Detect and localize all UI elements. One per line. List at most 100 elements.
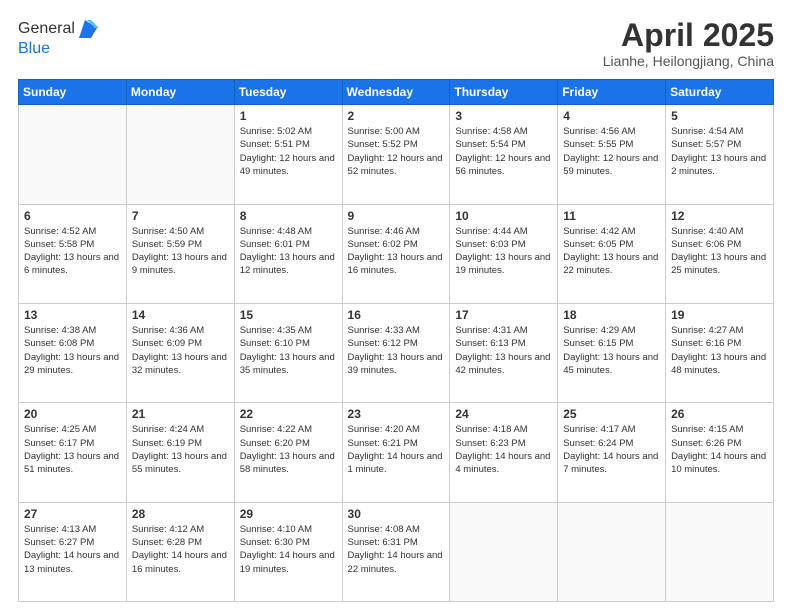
- weekday-header-wednesday: Wednesday: [342, 80, 450, 105]
- day-number: 12: [671, 209, 768, 223]
- day-info: Sunrise: 5:00 AM Sunset: 5:52 PM Dayligh…: [348, 125, 445, 178]
- calendar-cell: 20Sunrise: 4:25 AM Sunset: 6:17 PM Dayli…: [19, 403, 127, 502]
- calendar-cell: 4 Sunrise: 4:56 AM Sunset: 5:55 PM Daylig…: [558, 105, 666, 204]
- day-info: Sunrise: 4:42 AM Sunset: 6:05 PM Dayligh…: [563, 225, 660, 278]
- day-number: 22: [240, 407, 337, 421]
- day-number: 13: [24, 308, 121, 322]
- day-info: Sunrise: 4:31 AM Sunset: 6:13 PM Dayligh…: [455, 324, 552, 377]
- logo: General Blue: [18, 18, 99, 58]
- day-info: Sunrise: 4:36 AM Sunset: 6:09 PM Dayligh…: [132, 324, 229, 377]
- day-number: 15: [240, 308, 337, 322]
- calendar-cell: 5 Sunrise: 4:54 AM Sunset: 5:57 PM Daylig…: [666, 105, 774, 204]
- day-number: 29: [240, 507, 337, 521]
- calendar-cell: 30 Sunrise: 4:08 AM Sunset: 6:31 PM Dayli…: [342, 502, 450, 601]
- day-info: Sunrise: 4:29 AM Sunset: 6:15 PM Dayligh…: [563, 324, 660, 377]
- calendar-cell: 1Sunrise: 5:02 AM Sunset: 5:51 PM Daylig…: [234, 105, 342, 204]
- weekday-header-monday: Monday: [126, 80, 234, 105]
- calendar-cell: 26Sunrise: 4:15 AM Sunset: 6:26 PM Dayli…: [666, 403, 774, 502]
- weekday-header-tuesday: Tuesday: [234, 80, 342, 105]
- day-info: Sunrise: 4:50 AM Sunset: 5:59 PM Dayligh…: [132, 225, 229, 278]
- day-info: Sunrise: 4:52 AM Sunset: 5:58 PM Dayligh…: [24, 225, 121, 278]
- calendar-cell: 8 Sunrise: 4:48 AM Sunset: 6:01 PM Daylig…: [234, 204, 342, 303]
- day-info: Sunrise: 4:08 AM Sunset: 6:31 PM Dayligh…: [348, 523, 445, 576]
- day-number: 25: [563, 407, 660, 421]
- page: General Blue April 2025 Lianhe, Heilongj…: [0, 0, 792, 612]
- day-info: Sunrise: 4:24 AM Sunset: 6:19 PM Dayligh…: [132, 423, 229, 476]
- day-number: 3: [455, 109, 552, 123]
- calendar-cell: 16Sunrise: 4:33 AM Sunset: 6:12 PM Dayli…: [342, 303, 450, 402]
- day-info: Sunrise: 4:48 AM Sunset: 6:01 PM Dayligh…: [240, 225, 337, 278]
- calendar-cell: 12 Sunrise: 4:40 AM Sunset: 6:06 PM Dayli…: [666, 204, 774, 303]
- day-info: Sunrise: 4:20 AM Sunset: 6:21 PM Dayligh…: [348, 423, 445, 476]
- calendar-cell: 24 Sunrise: 4:18 AM Sunset: 6:23 PM Dayli…: [450, 403, 558, 502]
- calendar-cell: 3 Sunrise: 4:58 AM Sunset: 5:54 PM Daylig…: [450, 105, 558, 204]
- calendar-cell: [450, 502, 558, 601]
- day-info: Sunrise: 4:12 AM Sunset: 6:28 PM Dayligh…: [132, 523, 229, 576]
- day-info: Sunrise: 4:13 AM Sunset: 6:27 PM Dayligh…: [24, 523, 121, 576]
- day-number: 19: [671, 308, 768, 322]
- logo-general: General: [18, 20, 75, 38]
- weekday-header-saturday: Saturday: [666, 80, 774, 105]
- day-info: Sunrise: 4:54 AM Sunset: 5:57 PM Dayligh…: [671, 125, 768, 178]
- title-block: April 2025 Lianhe, Heilongjiang, China: [603, 18, 774, 69]
- calendar-cell: 2 Sunrise: 5:00 AM Sunset: 5:52 PM Daylig…: [342, 105, 450, 204]
- day-number: 16: [348, 308, 445, 322]
- day-number: 4: [563, 109, 660, 123]
- day-info: Sunrise: 4:38 AM Sunset: 6:08 PM Dayligh…: [24, 324, 121, 377]
- calendar-cell: 19Sunrise: 4:27 AM Sunset: 6:16 PM Dayli…: [666, 303, 774, 402]
- calendar-cell: 23 Sunrise: 4:20 AM Sunset: 6:21 PM Dayli…: [342, 403, 450, 502]
- day-number: 17: [455, 308, 552, 322]
- logo-icon: [77, 18, 99, 40]
- calendar-cell: 17 Sunrise: 4:31 AM Sunset: 6:13 PM Dayli…: [450, 303, 558, 402]
- day-info: Sunrise: 4:10 AM Sunset: 6:30 PM Dayligh…: [240, 523, 337, 576]
- day-info: Sunrise: 4:17 AM Sunset: 6:24 PM Dayligh…: [563, 423, 660, 476]
- calendar-cell: 15Sunrise: 4:35 AM Sunset: 6:10 PM Dayli…: [234, 303, 342, 402]
- day-number: 6: [24, 209, 121, 223]
- weekday-header-sunday: Sunday: [19, 80, 127, 105]
- title-location: Lianhe, Heilongjiang, China: [603, 53, 774, 69]
- day-info: Sunrise: 4:15 AM Sunset: 6:26 PM Dayligh…: [671, 423, 768, 476]
- day-number: 30: [348, 507, 445, 521]
- calendar-cell: [126, 105, 234, 204]
- calendar-cell: 28 Sunrise: 4:12 AM Sunset: 6:28 PM Dayli…: [126, 502, 234, 601]
- title-month: April 2025: [603, 18, 774, 53]
- day-number: 28: [132, 507, 229, 521]
- calendar-cell: 13 Sunrise: 4:38 AM Sunset: 6:08 PM Dayli…: [19, 303, 127, 402]
- calendar-cell: [558, 502, 666, 601]
- day-info: Sunrise: 4:22 AM Sunset: 6:20 PM Dayligh…: [240, 423, 337, 476]
- calendar-cell: 29 Sunrise: 4:10 AM Sunset: 6:30 PM Dayli…: [234, 502, 342, 601]
- day-info: Sunrise: 4:56 AM Sunset: 5:55 PM Dayligh…: [563, 125, 660, 178]
- calendar-cell: 22 Sunrise: 4:22 AM Sunset: 6:20 PM Dayli…: [234, 403, 342, 502]
- calendar-cell: [19, 105, 127, 204]
- day-info: Sunrise: 4:40 AM Sunset: 6:06 PM Dayligh…: [671, 225, 768, 278]
- day-number: 18: [563, 308, 660, 322]
- day-number: 27: [24, 507, 121, 521]
- day-number: 11: [563, 209, 660, 223]
- calendar-cell: 10 Sunrise: 4:44 AM Sunset: 6:03 PM Dayli…: [450, 204, 558, 303]
- day-info: Sunrise: 4:46 AM Sunset: 6:02 PM Dayligh…: [348, 225, 445, 278]
- day-info: Sunrise: 4:58 AM Sunset: 5:54 PM Dayligh…: [455, 125, 552, 178]
- calendar-cell: [666, 502, 774, 601]
- day-number: 7: [132, 209, 229, 223]
- calendar-cell: 21Sunrise: 4:24 AM Sunset: 6:19 PM Dayli…: [126, 403, 234, 502]
- day-number: 10: [455, 209, 552, 223]
- weekday-header-thursday: Thursday: [450, 80, 558, 105]
- logo-blue: Blue: [18, 40, 99, 58]
- calendar-cell: 18 Sunrise: 4:29 AM Sunset: 6:15 PM Dayli…: [558, 303, 666, 402]
- day-number: 1: [240, 109, 337, 123]
- day-number: 8: [240, 209, 337, 223]
- calendar-cell: 7 Sunrise: 4:50 AM Sunset: 5:59 PM Daylig…: [126, 204, 234, 303]
- calendar-cell: 27 Sunrise: 4:13 AM Sunset: 6:27 PM Dayli…: [19, 502, 127, 601]
- day-number: 2: [348, 109, 445, 123]
- calendar-cell: 25 Sunrise: 4:17 AM Sunset: 6:24 PM Dayli…: [558, 403, 666, 502]
- day-info: Sunrise: 4:18 AM Sunset: 6:23 PM Dayligh…: [455, 423, 552, 476]
- calendar-cell: 14 Sunrise: 4:36 AM Sunset: 6:09 PM Dayli…: [126, 303, 234, 402]
- day-info: Sunrise: 4:25 AM Sunset: 6:17 PM Dayligh…: [24, 423, 121, 476]
- day-number: 14: [132, 308, 229, 322]
- day-number: 9: [348, 209, 445, 223]
- day-info: Sunrise: 4:44 AM Sunset: 6:03 PM Dayligh…: [455, 225, 552, 278]
- day-number: 5: [671, 109, 768, 123]
- day-number: 24: [455, 407, 552, 421]
- day-number: 23: [348, 407, 445, 421]
- header: General Blue April 2025 Lianhe, Heilongj…: [18, 18, 774, 69]
